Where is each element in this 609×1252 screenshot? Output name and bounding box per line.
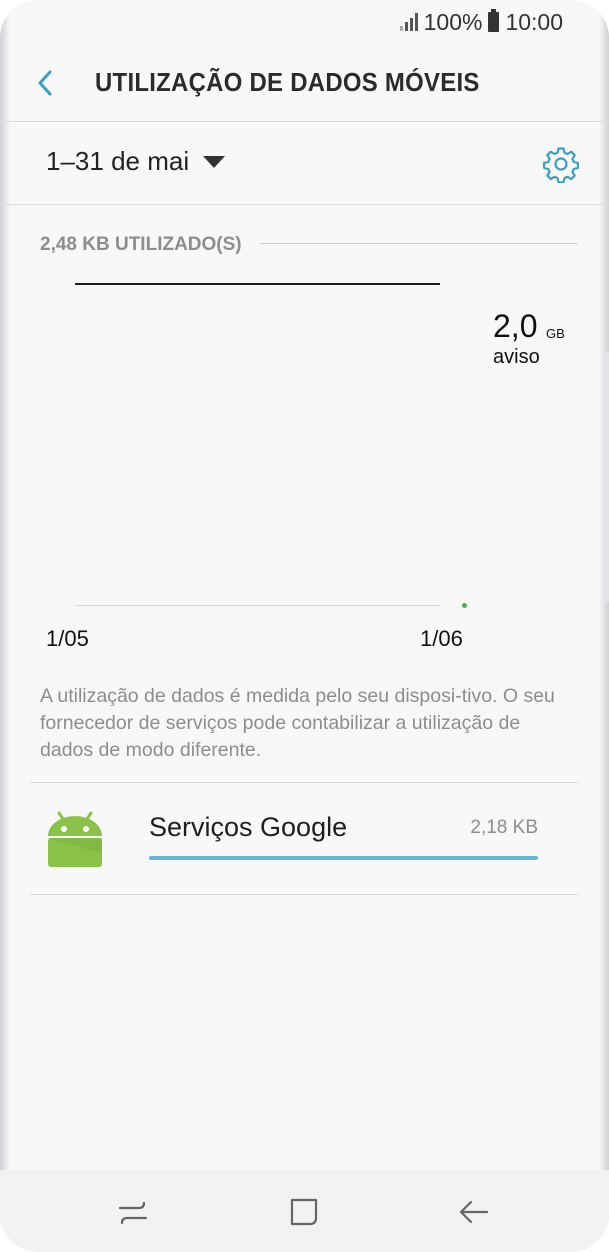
battery-percent: 100% xyxy=(423,8,483,35)
used-label-rule xyxy=(260,243,578,244)
usage-disclaimer: A utilização de dados é medida pelo seu … xyxy=(40,685,555,761)
gear-icon[interactable] xyxy=(542,145,580,183)
period-dropdown[interactable]: 1–31 de mai xyxy=(46,146,226,177)
page-title: UTILIZAÇÃO DE DADOS MÓVEIS xyxy=(95,67,480,97)
navigation-bar xyxy=(0,1170,609,1252)
chart-end-date: 1/06 xyxy=(420,626,463,651)
app-header: UTILIZAÇÃO DE DADOS MÓVEIS xyxy=(0,46,609,120)
warning-limit-line[interactable] xyxy=(75,283,440,285)
status-bar: 100% 10:00 xyxy=(399,4,563,40)
battery-icon xyxy=(488,9,500,32)
app-usage: 2,18 KB xyxy=(470,817,538,838)
edge-panel-handle[interactable] xyxy=(603,352,609,602)
period-label: 1–31 de mai xyxy=(46,146,190,176)
list-divider-top xyxy=(30,782,579,783)
list-divider-bottom xyxy=(30,894,579,895)
android-icon xyxy=(48,811,102,867)
usage-point xyxy=(462,603,467,608)
data-used-label: 2,48 KB UTILIZADO(S) xyxy=(40,234,242,255)
signal-icon xyxy=(399,13,418,31)
home-icon[interactable] xyxy=(284,1192,324,1232)
warning-label: aviso xyxy=(493,346,540,368)
period-divider xyxy=(0,204,609,205)
back-icon[interactable] xyxy=(454,1192,494,1232)
chart-baseline xyxy=(75,605,440,606)
caret-down-icon xyxy=(203,155,226,168)
chart-start-date: 1/05 xyxy=(46,626,89,651)
chevron-left-icon[interactable] xyxy=(30,68,60,98)
list-item[interactable]: Serviços Google 2,18 KB xyxy=(30,784,579,894)
warning-unit: GB xyxy=(546,326,565,341)
clock: 10:00 xyxy=(505,8,563,35)
app-usage-bar xyxy=(149,856,538,860)
phone-screen: 100% 10:00 UTILIZAÇÃO DE DADOS MÓVEIS 1–… xyxy=(0,0,609,1252)
screen-edge-left xyxy=(0,0,10,1252)
header-divider xyxy=(0,121,609,122)
screen-edge-right xyxy=(599,0,609,1252)
app-name: Serviços Google xyxy=(149,812,348,842)
warning-value: 2,0 xyxy=(493,308,538,344)
recent-apps-icon[interactable] xyxy=(113,1192,153,1232)
